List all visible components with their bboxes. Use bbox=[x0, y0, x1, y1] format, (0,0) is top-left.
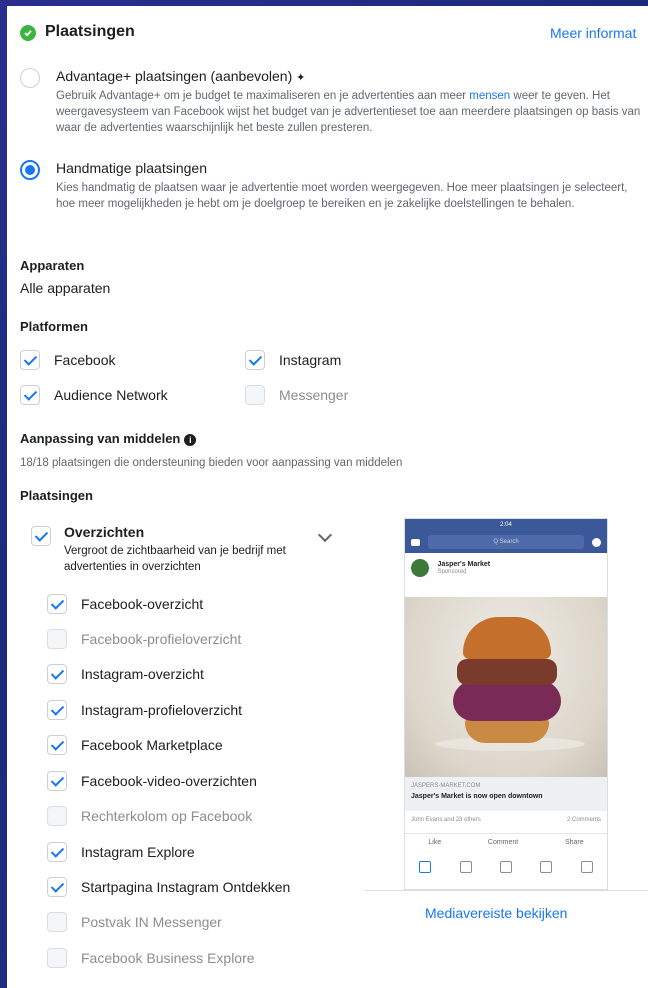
camera-icon bbox=[411, 538, 420, 546]
placements-panel: Plaatsingen Meer informat Advantage+ pla… bbox=[7, 6, 648, 988]
checkbox[interactable] bbox=[47, 771, 67, 791]
platforms-heading: Platformen bbox=[20, 319, 88, 334]
post-actions: Like Comment Share bbox=[405, 833, 607, 850]
section-header: Plaatsingen Meer informat bbox=[20, 22, 648, 46]
feeds-group-title: Overzichten bbox=[64, 524, 145, 540]
phone-status-bar: 2:04 bbox=[405, 519, 607, 531]
asset-customization-text: 18/18 plaatsingen die ondersteuning bied… bbox=[20, 457, 403, 469]
placement-item[interactable]: Instagram Explore bbox=[47, 840, 195, 864]
manual-title: Handmatige plaatsingen bbox=[56, 160, 207, 176]
placement-item[interactable]: Facebook-profieloverzicht bbox=[47, 627, 241, 651]
platform-instagram[interactable]: Instagram bbox=[245, 348, 341, 372]
checkbox[interactable] bbox=[31, 526, 51, 546]
asset-customization-heading: Aanpassing van middelen i bbox=[20, 431, 197, 446]
chevron-down-icon[interactable] bbox=[317, 527, 333, 543]
devices-heading: Apparaten bbox=[20, 258, 85, 273]
placement-item[interactable]: Instagram-profieloverzicht bbox=[47, 698, 242, 722]
checkbox[interactable] bbox=[47, 842, 67, 862]
checkbox[interactable] bbox=[47, 664, 67, 684]
phone-tab-bar bbox=[405, 857, 607, 877]
advantage-option[interactable]: Advantage+ plaatsingen (aanbevolen) ✦ Ge… bbox=[20, 66, 645, 146]
platform-facebook[interactable]: Facebook bbox=[20, 348, 115, 372]
messenger-icon bbox=[592, 537, 601, 547]
placements-heading: Plaatsingen bbox=[20, 488, 93, 503]
section-title: Plaatsingen bbox=[45, 23, 135, 40]
manual-option[interactable]: Handmatige plaatsingen Kies handmatig de… bbox=[20, 158, 645, 238]
post-reactions: John Evans and 23 others 2 Comments bbox=[411, 817, 601, 823]
info-icon[interactable]: i bbox=[184, 433, 197, 446]
manual-radio[interactable] bbox=[20, 160, 40, 180]
placement-item[interactable]: Facebook-overzicht bbox=[47, 592, 203, 616]
phone-search: Q Search bbox=[428, 535, 584, 549]
placement-item[interactable]: Startpagina Instagram Ontdekken bbox=[47, 875, 290, 899]
placement-item[interactable]: Rechterkolom op Facebook bbox=[47, 804, 252, 828]
checkbox[interactable] bbox=[47, 877, 67, 897]
checkbox[interactable] bbox=[245, 350, 265, 370]
checkbox[interactable] bbox=[47, 806, 67, 826]
sparkle-icon: ✦ bbox=[296, 72, 306, 84]
feeds-group-checkbox-row[interactable] bbox=[31, 524, 51, 548]
checkbox[interactable] bbox=[47, 629, 67, 649]
more-info-link[interactable]: Meer informat bbox=[550, 25, 636, 41]
placement-item[interactable]: Facebook Business Explore bbox=[47, 946, 255, 970]
divider bbox=[365, 890, 648, 891]
phone-nav-bar: Q Search bbox=[405, 531, 607, 553]
checkbox[interactable] bbox=[20, 350, 40, 370]
advantage-radio[interactable] bbox=[20, 68, 40, 88]
check-icon bbox=[20, 25, 36, 41]
media-requirements-link[interactable]: Mediavereiste bekijken bbox=[425, 905, 567, 921]
advantage-title: Advantage+ plaatsingen (aanbevolen) ✦ bbox=[56, 68, 306, 84]
placement-item[interactable]: Facebook Marketplace bbox=[47, 733, 223, 757]
notifications-icon bbox=[540, 861, 553, 873]
post-header: Jasper's Market Sponsored bbox=[405, 553, 607, 583]
feeds-group-description: Vergroot de zichtbaarheid van je bedrijf… bbox=[64, 545, 286, 573]
checkbox[interactable] bbox=[47, 594, 67, 614]
checkbox[interactable] bbox=[47, 735, 67, 755]
placement-item[interactable]: Postvak IN Messenger bbox=[47, 910, 222, 934]
placement-item[interactable]: Facebook-video-overzichten bbox=[47, 769, 257, 793]
manual-description: Kies handmatig de plaatsen waar je adver… bbox=[56, 182, 628, 210]
devices-value[interactable]: Alle apparaten bbox=[20, 280, 110, 296]
checkbox[interactable] bbox=[47, 948, 67, 968]
checkbox[interactable] bbox=[245, 385, 265, 405]
burger-image bbox=[405, 597, 607, 777]
advantage-description: Gebruik Advantage+ om je budget te maxim… bbox=[56, 90, 641, 134]
checkbox[interactable] bbox=[47, 912, 67, 932]
people-link[interactable]: mensen bbox=[469, 90, 510, 102]
checkbox[interactable] bbox=[20, 385, 40, 405]
news-feed-icon bbox=[419, 861, 432, 873]
marketplace-icon bbox=[499, 861, 512, 873]
placement-item[interactable]: Instagram-overzicht bbox=[47, 662, 204, 686]
post-caption: JASPERS-MARKET.COM Jasper's Market is no… bbox=[405, 777, 607, 811]
page-avatar bbox=[411, 559, 429, 577]
platform-audience-network[interactable]: Audience Network bbox=[20, 383, 168, 407]
ad-preview: 2:04 Q Search Jasper's Market Sponsored J… bbox=[404, 518, 608, 890]
platform-messenger[interactable]: Messenger bbox=[245, 383, 348, 407]
menu-icon bbox=[580, 861, 593, 873]
watch-icon bbox=[459, 861, 472, 873]
checkbox[interactable] bbox=[47, 700, 67, 720]
